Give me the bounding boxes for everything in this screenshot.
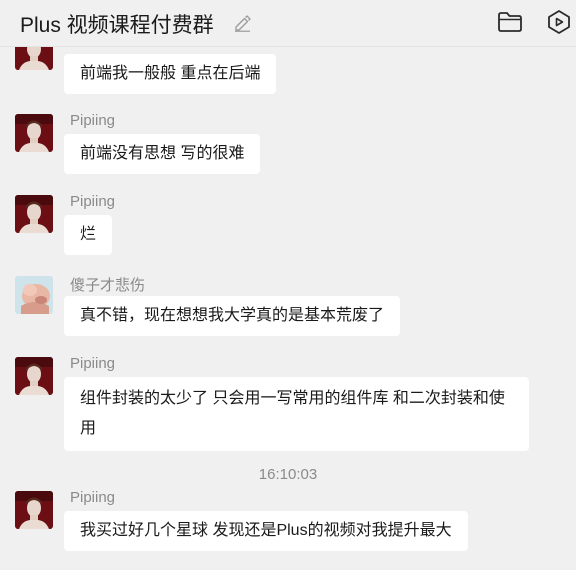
message-bubble[interactable]: 组件封装的太少了 只会用一写常用的组件库 和二次封装和使用	[64, 377, 529, 451]
sender-avatar[interactable]	[15, 114, 53, 152]
sender-avatar[interactable]	[15, 276, 53, 314]
chat-header: Plus 视频课程付费群	[0, 0, 576, 47]
message-bubble[interactable]: 真不错，现在想想我大学真的是基本荒废了	[64, 296, 401, 336]
sender-name: 傻子才悲伤	[70, 277, 146, 294]
message-bubble[interactable]: 烂	[64, 215, 113, 255]
cube-icon[interactable]	[545, 8, 573, 36]
timestamp: 16:10:03	[258, 466, 318, 483]
pencil-icon[interactable]	[233, 14, 251, 32]
message-bubble[interactable]: 我买过好几个星球 发现还是Plus的视频对我提升最大	[64, 511, 468, 551]
sender-name: Pipiing	[70, 193, 116, 210]
sender-avatar[interactable]	[15, 357, 53, 395]
sender-avatar[interactable]	[15, 491, 53, 529]
folder-icon[interactable]	[497, 10, 523, 34]
sender-avatar[interactable]	[15, 195, 53, 233]
sender-name: Pipiing	[70, 112, 116, 129]
message-bubble[interactable]: 前端没有思想 写的很难	[64, 134, 261, 174]
chat-area[interactable]: 前端我一般般 重点在后端 Pipiing 前端没有思想 写的很难 Pipiing…	[0, 0, 576, 570]
sender-name: Pipiing	[70, 489, 116, 506]
message-bubble[interactable]: 前端我一般般 重点在后端	[64, 54, 277, 94]
chat-title: Plus 视频课程付费群	[20, 14, 214, 37]
sender-name: Pipiing	[70, 355, 116, 372]
